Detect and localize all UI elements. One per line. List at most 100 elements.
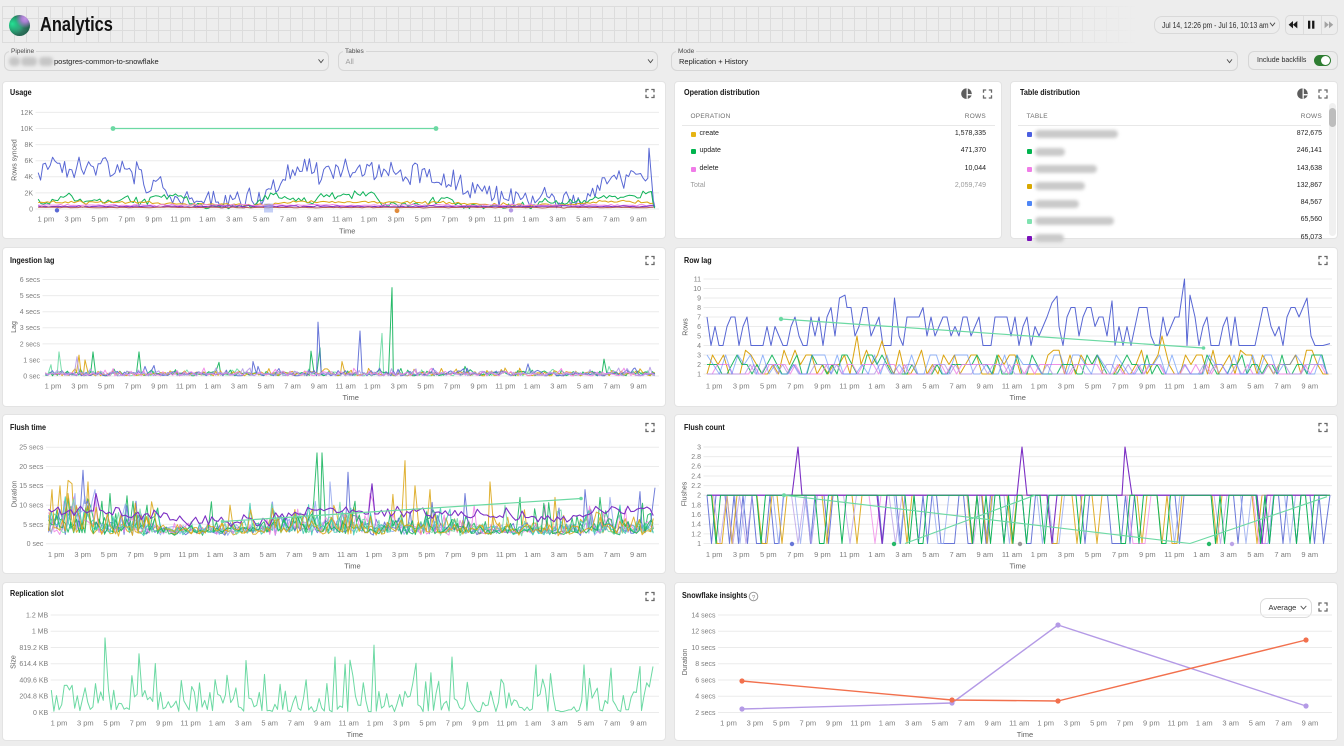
svg-text:0 sec: 0 sec <box>23 373 40 380</box>
svg-text:Duration: Duration <box>682 649 689 676</box>
svg-text:9 pm: 9 pm <box>1139 381 1156 390</box>
svg-text:11 am: 11 am <box>1002 381 1022 390</box>
svg-text:5 pm: 5 pm <box>418 550 435 559</box>
svg-text:5 pm: 5 pm <box>98 381 115 390</box>
svg-text:1 am: 1 am <box>1193 381 1210 390</box>
svg-text:9 pm: 9 pm <box>472 719 489 728</box>
svg-text:6 secs: 6 secs <box>20 277 41 284</box>
svg-text:9 pm: 9 pm <box>468 215 485 224</box>
svg-text:5 am: 5 am <box>922 550 939 559</box>
svg-text:7 am: 7 am <box>1275 719 1292 728</box>
svg-text:5 pm: 5 pm <box>773 719 790 728</box>
svg-text:6 secs: 6 secs <box>695 677 716 684</box>
svg-text:7 pm: 7 pm <box>118 215 135 224</box>
svg-text:7 pm: 7 pm <box>445 550 462 559</box>
svg-text:1 am: 1 am <box>207 550 224 559</box>
svg-text:9 am: 9 am <box>984 719 1001 728</box>
svg-text:11 pm: 11 pm <box>496 550 516 559</box>
svg-text:5 am: 5 am <box>577 719 594 728</box>
svg-text:9 pm: 9 pm <box>826 719 843 728</box>
svg-text:8 secs: 8 secs <box>695 661 716 668</box>
svg-text:11 pm: 11 pm <box>178 550 198 559</box>
svg-text:5 pm: 5 pm <box>760 381 777 390</box>
svg-text:3 am: 3 am <box>895 381 912 390</box>
svg-text:Rows synced: Rows synced <box>12 139 19 181</box>
svg-text:1 sec: 1 sec <box>23 357 40 364</box>
svg-text:5 pm: 5 pm <box>1085 550 1102 559</box>
svg-text:9 am: 9 am <box>977 381 994 390</box>
svg-text:9 am: 9 am <box>977 550 994 559</box>
svg-text:5 secs: 5 secs <box>23 522 44 529</box>
svg-text:3 pm: 3 pm <box>733 381 750 390</box>
svg-text:9 pm: 9 pm <box>154 550 171 559</box>
svg-text:11 am: 11 am <box>337 550 357 559</box>
svg-text:11: 11 <box>694 276 701 283</box>
svg-text:5 am: 5 am <box>1249 719 1266 728</box>
svg-text:5 am: 5 am <box>577 381 594 390</box>
svg-text:15 secs: 15 secs <box>19 483 44 490</box>
svg-text:1 pm: 1 pm <box>361 215 378 224</box>
svg-text:3: 3 <box>697 444 701 451</box>
svg-text:6: 6 <box>697 324 701 331</box>
svg-text:9 pm: 9 pm <box>151 381 168 390</box>
svg-text:9 pm: 9 pm <box>1139 550 1156 559</box>
svg-text:20 secs: 20 secs <box>19 464 44 471</box>
svg-text:1: 1 <box>697 371 701 378</box>
svg-text:3 pm: 3 pm <box>64 215 81 224</box>
svg-text:9 pm: 9 pm <box>1143 719 1160 728</box>
svg-text:5 pm: 5 pm <box>415 215 432 224</box>
svg-text:7 am: 7 am <box>604 550 621 559</box>
svg-text:2.6: 2.6 <box>691 464 701 471</box>
svg-text:7 am: 7 am <box>949 550 966 559</box>
svg-text:5 pm: 5 pm <box>419 719 436 728</box>
svg-text:5 pm: 5 pm <box>1085 381 1102 390</box>
svg-text:7 am: 7 am <box>604 719 621 728</box>
svg-text:11 am: 11 am <box>336 381 356 390</box>
svg-text:7 am: 7 am <box>949 381 966 390</box>
svg-text:7 am: 7 am <box>603 381 620 390</box>
svg-text:7 am: 7 am <box>288 719 305 728</box>
svg-text:11 pm: 11 pm <box>176 381 196 390</box>
svg-text:7 am: 7 am <box>958 719 975 728</box>
svg-text:9 pm: 9 pm <box>145 215 162 224</box>
svg-text:5 pm: 5 pm <box>91 215 108 224</box>
svg-text:1 am: 1 am <box>524 550 541 559</box>
svg-text:1 am: 1 am <box>879 719 896 728</box>
svg-text:12K: 12K <box>21 110 34 117</box>
svg-text:1 am: 1 am <box>525 719 542 728</box>
svg-text:1 pm: 1 pm <box>48 550 65 559</box>
svg-text:1 am: 1 am <box>868 550 885 559</box>
svg-text:7 pm: 7 pm <box>127 550 144 559</box>
svg-text:1 pm: 1 pm <box>706 381 723 390</box>
svg-text:2K: 2K <box>24 190 33 197</box>
svg-text:9 pm: 9 pm <box>471 550 488 559</box>
svg-text:Size: Size <box>11 655 18 669</box>
svg-text:3 pm: 3 pm <box>1058 381 1075 390</box>
svg-text:9 pm: 9 pm <box>814 550 831 559</box>
svg-text:9 am: 9 am <box>312 550 329 559</box>
svg-text:9 am: 9 am <box>630 719 647 728</box>
svg-text:11 pm: 11 pm <box>1168 719 1188 728</box>
svg-text:2: 2 <box>697 493 701 500</box>
svg-text:10 secs: 10 secs <box>19 503 44 510</box>
svg-text:3 am: 3 am <box>235 719 252 728</box>
svg-text:2 secs: 2 secs <box>695 710 716 717</box>
svg-text:3 pm: 3 pm <box>77 719 94 728</box>
svg-text:1.6: 1.6 <box>691 512 701 519</box>
svg-text:1: 1 <box>697 541 701 548</box>
svg-text:Rows: Rows <box>683 318 690 336</box>
svg-text:11 pm: 11 pm <box>839 550 859 559</box>
svg-text:5 am: 5 am <box>922 381 939 390</box>
svg-text:9 am: 9 am <box>630 381 647 390</box>
svg-text:7 am: 7 am <box>1274 381 1291 390</box>
svg-text:5: 5 <box>697 333 701 340</box>
svg-text:5 am: 5 am <box>576 215 593 224</box>
svg-text:2 secs: 2 secs <box>20 341 41 348</box>
svg-text:1 am: 1 am <box>522 215 539 224</box>
svg-text:Time: Time <box>1010 562 1026 571</box>
svg-text:9 am: 9 am <box>307 215 324 224</box>
svg-text:7 pm: 7 pm <box>444 381 461 390</box>
svg-text:11 am: 11 am <box>339 719 359 728</box>
svg-text:204.8 KB: 204.8 KB <box>19 694 48 701</box>
svg-text:3 pm: 3 pm <box>1064 719 1081 728</box>
